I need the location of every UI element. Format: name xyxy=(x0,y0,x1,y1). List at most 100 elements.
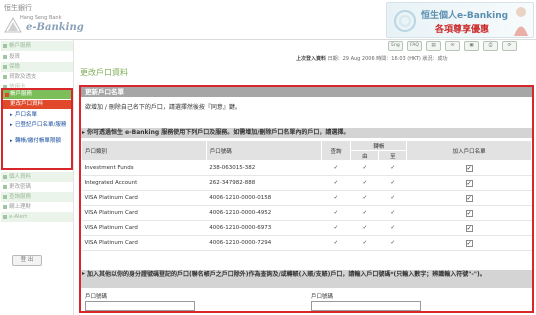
status-value: 成功 xyxy=(437,56,448,62)
bullet-icon xyxy=(3,44,7,48)
sidebar-item-personal-info[interactable]: 個人資料 xyxy=(1,172,73,182)
cell-transfer-out: ✓ xyxy=(378,220,407,236)
sidebar: 帳戶服務 投資 保險 貸款及透支 信用卡 帳戶服務 更改戶口資料 戶口名單 已登… xyxy=(0,40,74,315)
cell-transfer-in: ✓ xyxy=(350,235,379,251)
table-row: VISA Platinum Card 4006-1210-0000-0158 ✓… xyxy=(81,190,532,206)
sidebar-item-change-account-info[interactable]: 更改戶口資料 xyxy=(3,100,71,109)
hang-seng-logo[interactable]: 恒生銀行 Hang Seng Bank e-Banking xyxy=(4,3,86,37)
cell-transfer-in: ✓ xyxy=(350,160,379,176)
sidebar-item-investment[interactable]: 投資 xyxy=(1,52,73,62)
account-number-input-2[interactable] xyxy=(311,301,421,311)
col-header-transfer: 轉帳 xyxy=(350,140,408,151)
sidebar-item-label: 網上理財 xyxy=(9,204,32,210)
update-account-panel: 更新戶口名單 欲增加 / 刪除自己名下的戶口，請選擇然後按『同意』鍵。 你可透過… xyxy=(79,85,534,313)
bullet-icon xyxy=(3,175,7,179)
table-row: Investment Funds 238-063015-382 ✓ ✓ ✓ ✓ xyxy=(81,160,532,176)
sitemap-icon[interactable]: ▤ xyxy=(426,41,441,51)
time-value: 16:03 (HKT) xyxy=(391,56,421,62)
account-table: 戶口類別 戶口號碼 查詢 轉帳 加入戶口名單 由 至 Investment Fu… xyxy=(81,140,532,251)
add-checkbox[interactable]: ✓ xyxy=(465,164,473,172)
sidebar-link-label: 已登記戶口名單/服務 xyxy=(15,122,67,128)
account-number-label-1: 戶口號碼 xyxy=(85,294,108,300)
calendar-icon[interactable]: ▣ xyxy=(464,41,479,51)
account-number-input-1[interactable] xyxy=(85,301,195,311)
cell-type: VISA Platinum Card xyxy=(81,190,207,206)
brand-en: Hang Seng Bank xyxy=(20,15,62,21)
add-checkbox[interactable]: ✓ xyxy=(465,209,473,217)
table-row: VISA Platinum Card 4006-1210-0000-6973 ✓… xyxy=(81,220,532,236)
add-checkbox[interactable]: ✓ xyxy=(465,194,473,202)
sidebar-item-label: 保險 xyxy=(9,64,21,70)
bullet-icon xyxy=(3,205,7,209)
sidebar-item-e-alert[interactable]: e-Alert xyxy=(1,212,73,222)
sidebar-item-label: 個人資料 xyxy=(9,174,32,180)
bullet-icon xyxy=(3,215,7,219)
lang-icon[interactable]: Eng xyxy=(388,41,403,51)
cell-transfer-out: ✓ xyxy=(378,190,407,206)
bullet-icon xyxy=(3,195,7,199)
cell-type: Integrated Account xyxy=(81,175,207,191)
product-name: e-Banking xyxy=(26,22,84,33)
print-icon[interactable]: ⎙ xyxy=(483,41,498,51)
sidebar-group-label: 帳戶服務 xyxy=(10,91,33,97)
sidebar-group-header[interactable]: 帳戶服務 xyxy=(3,90,71,99)
panel-title: 更新戶口名單 xyxy=(81,87,532,97)
sidebar-item-label: 投資 xyxy=(9,54,21,60)
sidebar-link-label: 轉帳/繳付帳單限額 xyxy=(15,138,61,144)
cell-number: 4006-1210-0000-7294 xyxy=(206,235,321,251)
cell-number: 4006-1210-0000-6973 xyxy=(206,220,321,236)
cell-enquiry: ✓ xyxy=(321,235,351,251)
status-label: 狀況： xyxy=(422,56,438,62)
add-checkbox[interactable]: ✓ xyxy=(465,239,473,247)
cell-number: 4006-1210-0000-0158 xyxy=(206,190,321,206)
refresh-icon[interactable]: ⟳ xyxy=(502,41,517,51)
add-checkbox[interactable]: ✓ xyxy=(465,179,473,187)
cell-transfer-in: ✓ xyxy=(350,190,379,206)
cell-type: Investment Funds xyxy=(81,160,207,176)
bullet-icon xyxy=(3,65,7,69)
cell-transfer-out: ✓ xyxy=(378,205,407,221)
cell-transfer-out: ✓ xyxy=(378,160,407,176)
add-checkbox[interactable]: ✓ xyxy=(465,224,473,232)
table-row: VISA Platinum Card 4006-1210-0000-7294 ✓… xyxy=(81,235,532,251)
col-header-enquiry: 查詢 xyxy=(320,140,352,161)
toolbar: Eng FAQ ▤ ✉ ▣ ⎙ ⟳ xyxy=(388,41,534,52)
cell-type: VISA Platinum Card xyxy=(81,235,207,251)
sidebar-item-insurance[interactable]: 保險 xyxy=(1,62,73,72)
cell-transfer-in: ✓ xyxy=(350,220,379,236)
sidebar-item-online-banking[interactable]: 網上理財 xyxy=(1,202,73,212)
sidebar-link-account-list[interactable]: 戶口名單 xyxy=(10,112,70,119)
table-row: Integrated Account 262-347982-888 ✓ ✓ ✓ … xyxy=(81,175,532,191)
mail-icon[interactable]: ✉ xyxy=(445,41,460,51)
sidebar-sub-label: 更改戶口資料 xyxy=(10,101,44,107)
faq-icon[interactable]: FAQ xyxy=(407,41,422,51)
sidebar-item-change-password[interactable]: 更改密碼 xyxy=(1,182,73,192)
cell-transfer-out: ✓ xyxy=(378,235,407,251)
promo-line-1: 恒生個人e-Banking xyxy=(421,11,509,21)
cell-enquiry: ✓ xyxy=(321,205,351,221)
col-header-transfer-in: 由 xyxy=(350,150,380,161)
bullet-icon xyxy=(3,55,7,59)
bullet-icon xyxy=(3,75,7,79)
cell-type: VISA Platinum Card xyxy=(81,205,207,221)
header: 恒生銀行 Hang Seng Bank e-Banking 恒生個人e-Bank… xyxy=(0,0,536,40)
last-login-label: 上次登入資料 xyxy=(296,56,327,62)
cell-transfer-in: ✓ xyxy=(350,205,379,221)
sidebar-item-loans[interactable]: 貸款及透支 xyxy=(1,72,73,82)
cell-enquiry: ✓ xyxy=(321,220,351,236)
sidebar-item-enquiry[interactable]: 查詢服務 xyxy=(1,192,73,202)
cell-transfer-in: ✓ xyxy=(350,175,379,191)
cell-type: VISA Platinum Card xyxy=(81,220,207,236)
promo-banner[interactable]: 恒生個人e-Banking 各項尊享優惠 xyxy=(386,2,534,38)
time-label: 時間： xyxy=(376,56,392,62)
sidebar-link-registered-accounts[interactable]: 已登記戶口名單/服務 xyxy=(10,122,70,129)
sidebar-item-accounts[interactable]: 帳戶服務 xyxy=(1,41,73,51)
account-number-label-2: 戶口號碼 xyxy=(311,294,334,300)
table-row: VISA Platinum Card 4006-1210-0000-4952 ✓… xyxy=(81,205,532,221)
sidebar-item-label: 更改密碼 xyxy=(9,184,32,190)
col-header-type: 戶口類別 xyxy=(81,140,207,161)
section-current-accounts: 你可透過恒生 e-Banking 服務使用下列戶口及服務。如需增加/刪除戶口名單… xyxy=(81,128,532,138)
logout-button[interactable]: 登 出 xyxy=(12,255,42,266)
date-label: 日期： xyxy=(327,56,343,62)
sidebar-link-transfer-limit[interactable]: 轉帳/繳付帳單限額 xyxy=(10,138,70,145)
